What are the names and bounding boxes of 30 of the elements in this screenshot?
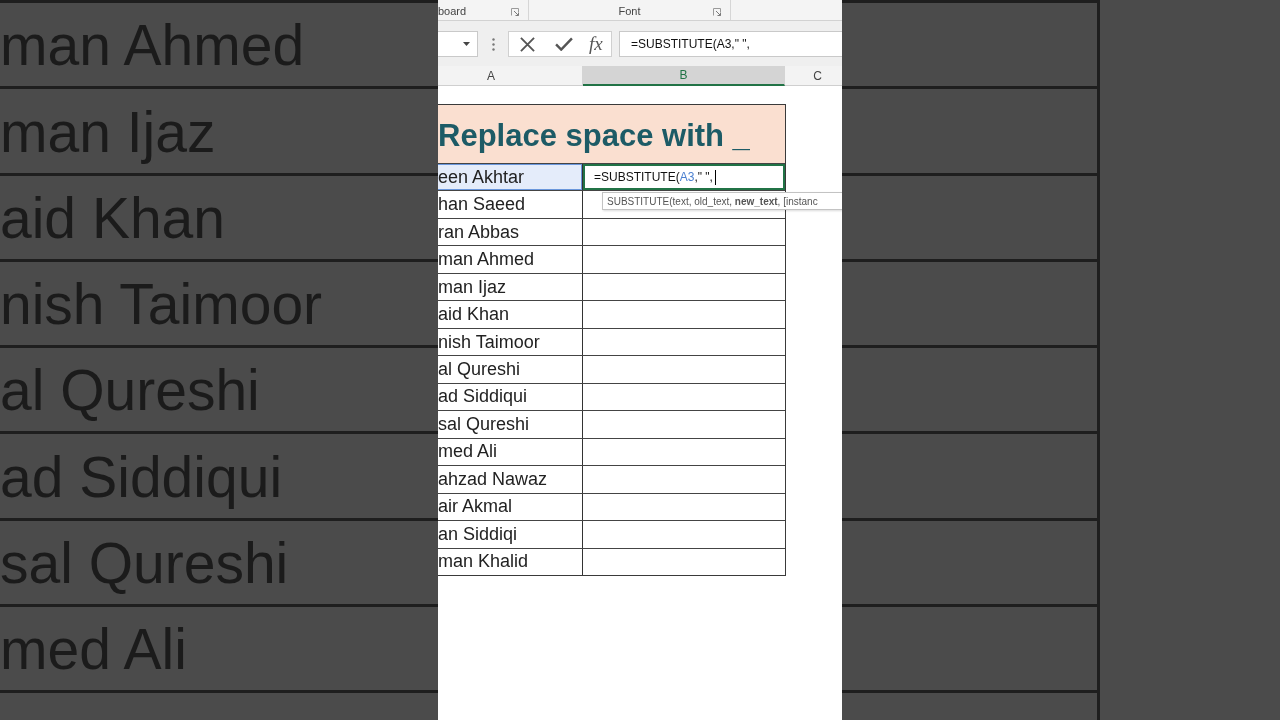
table-cell: air Akmal — [438, 493, 583, 521]
vertical-dots-icon[interactable] — [492, 38, 495, 51]
table-cell: man Khalid — [438, 548, 583, 576]
column-header[interactable]: B — [583, 66, 785, 86]
table-cell: an Siddiqi — [438, 521, 583, 548]
function-button[interactable]: fx — [589, 34, 603, 54]
column-header[interactable]: C — [785, 66, 842, 85]
title-cell: Replace space with _ — [438, 104, 785, 163]
table-cell: al Qureshi — [438, 356, 583, 383]
ribbon-group-label: Font — [618, 5, 641, 18]
table-cell: nish Taimoor — [438, 328, 583, 356]
formula-field[interactable]: =SUBSTITUTE(A3," ", — [619, 31, 842, 57]
table-cell: med Ali — [438, 438, 583, 466]
table-cell: ahzad Nawaz — [438, 466, 583, 493]
cell-editor[interactable]: =SUBSTITUTE(A3," ", — [583, 164, 785, 191]
table-cell: man Ijaz — [438, 273, 583, 301]
table-cell: aid Khan — [438, 301, 583, 328]
table-cell: ad Siddiqui — [438, 383, 583, 411]
check-icon[interactable] — [555, 37, 573, 51]
table-cell: man Ahmed — [438, 246, 583, 273]
close-icon[interactable] — [520, 36, 535, 52]
table-cell: han Saeed — [438, 191, 583, 218]
caret-icon[interactable] — [463, 42, 470, 46]
table-cell: een Akhtar — [438, 164, 583, 191]
table-cell: sal Qureshi — [438, 411, 583, 438]
function-tooltip: SUBSTITUTE(text, old_text, new_text, [instanc — [602, 192, 842, 210]
corner-arrow-icon[interactable] — [713, 8, 721, 16]
ribbon-group-label: board — [438, 5, 467, 18]
corner-arrow-icon[interactable] — [511, 8, 519, 16]
table-cell: ran Abbas — [438, 218, 583, 246]
